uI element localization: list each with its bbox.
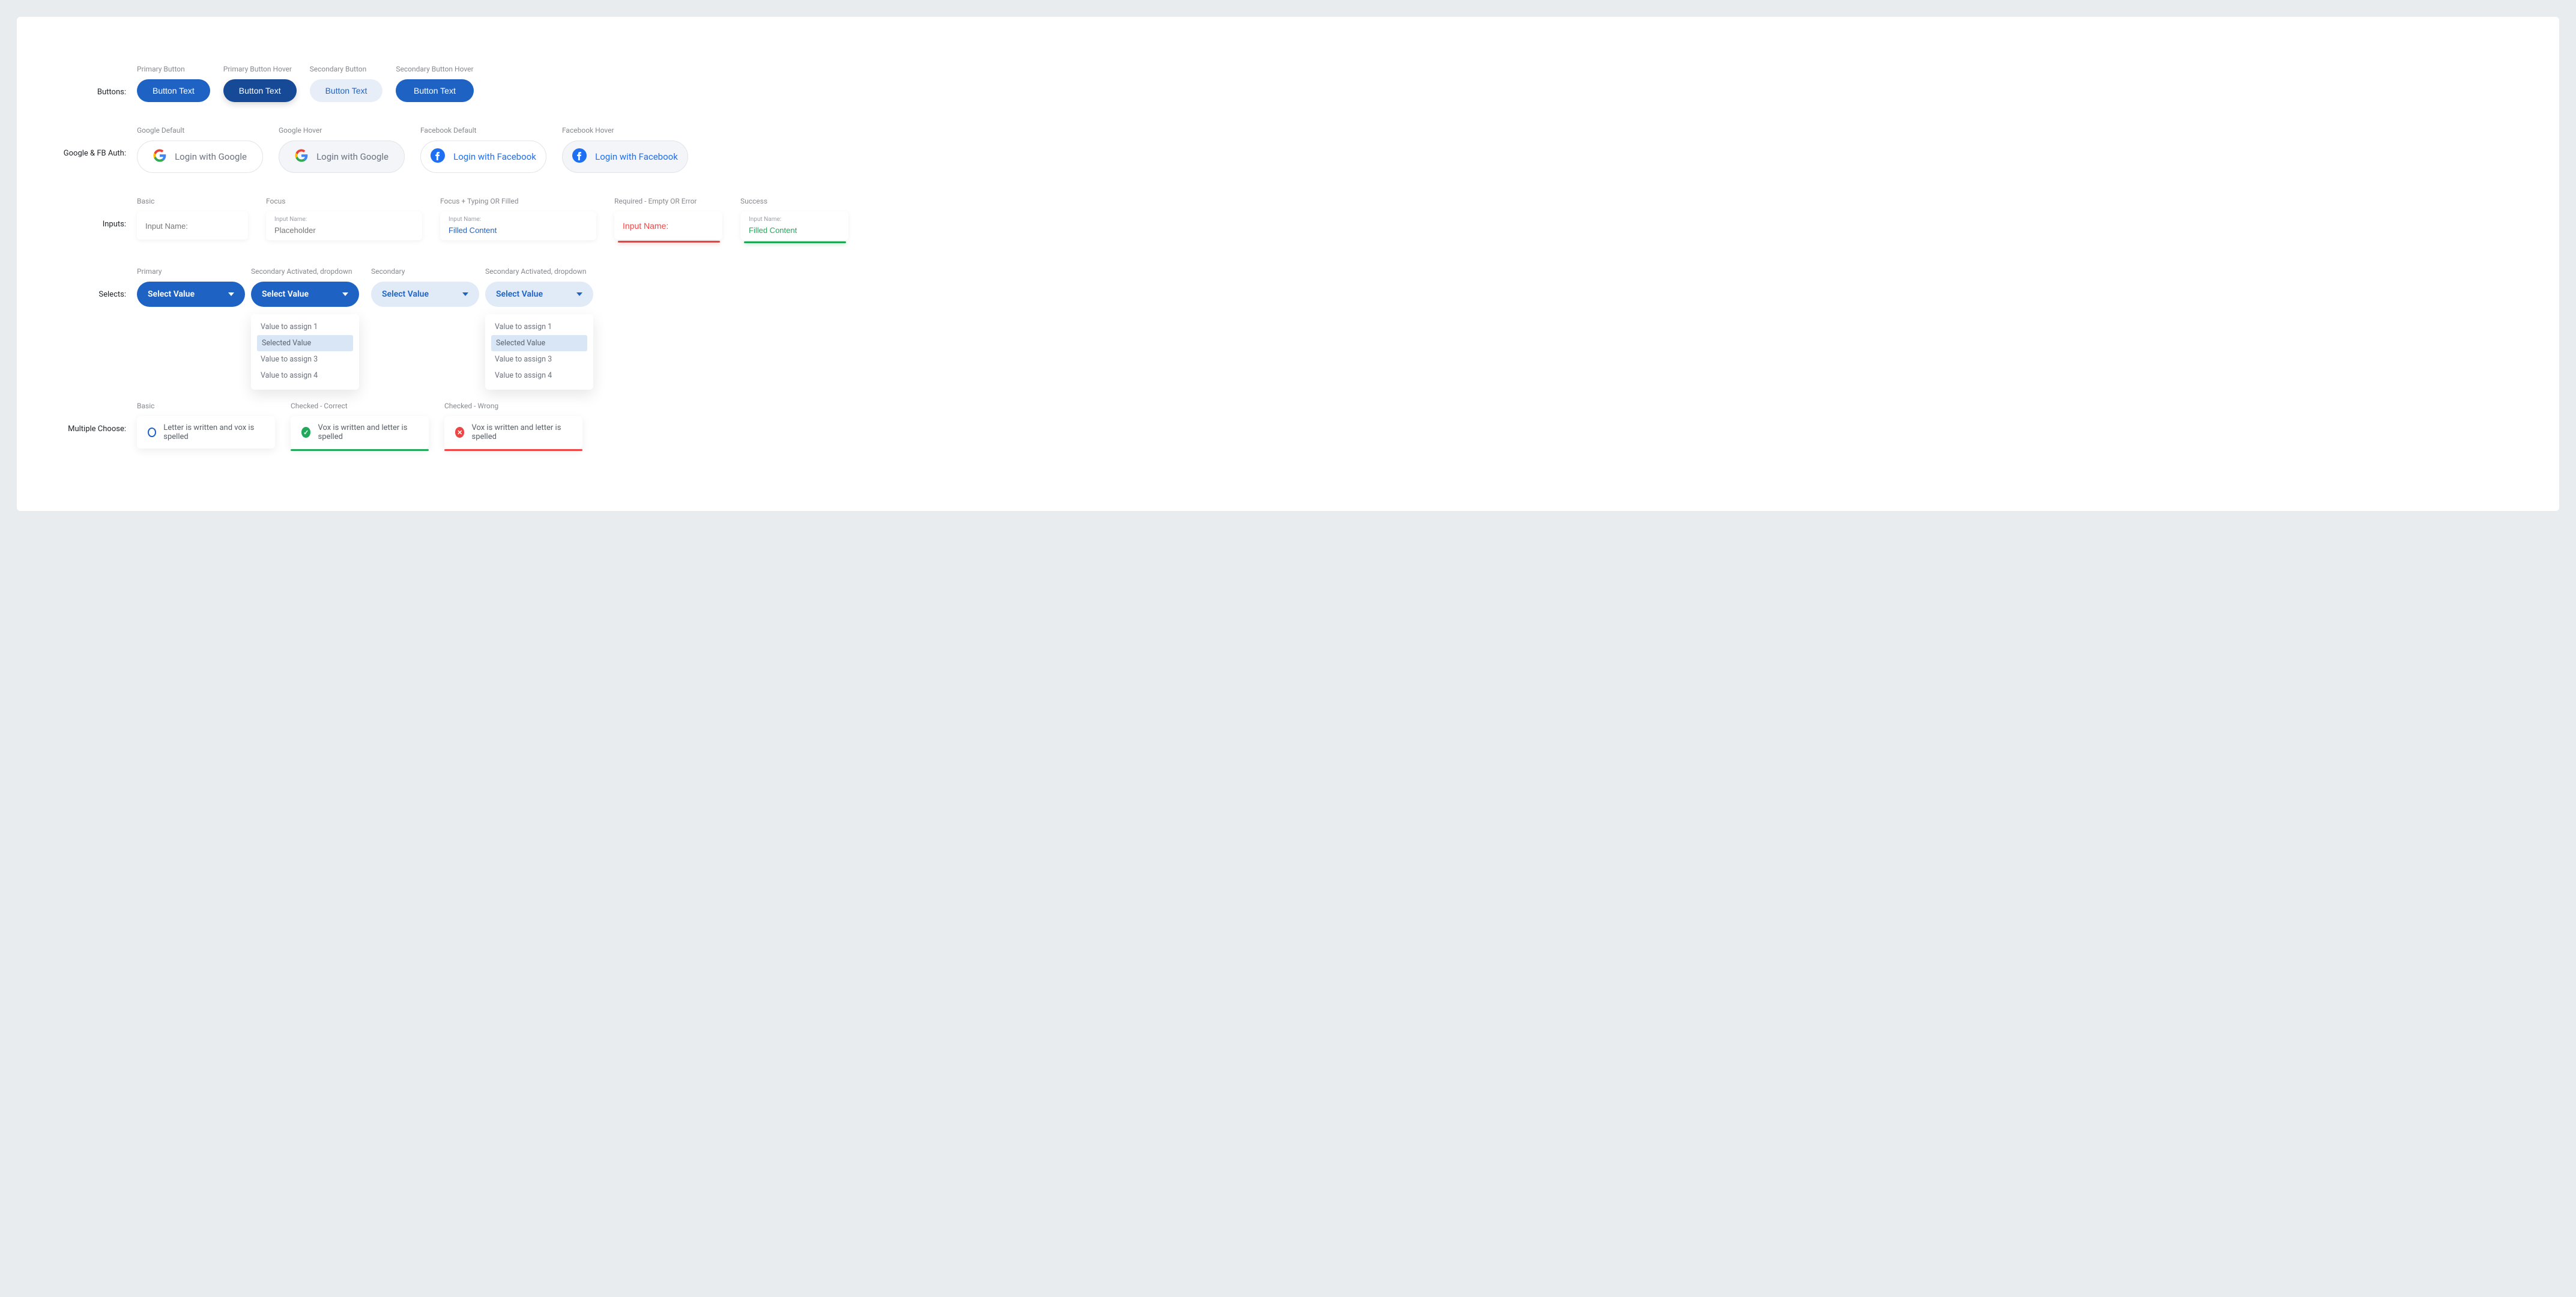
state-label: Focus <box>266 197 422 205</box>
secondary-button[interactable]: Button Text <box>310 79 383 102</box>
dropdown-option-selected[interactable]: Selected Value <box>257 335 353 351</box>
state-label: Secondary Activated, dropdown <box>251 267 359 276</box>
select-value: Select Value <box>496 289 543 299</box>
cross-icon: ✕ <box>455 427 464 438</box>
inputs-row: Inputs: Basic Focus Input Name: Focus + … <box>59 197 2517 243</box>
state-label: Basic <box>137 197 248 205</box>
input-mini-label: Input Name: <box>274 216 414 223</box>
state-label: Checked - Correct <box>291 402 429 410</box>
select-value: Select Value <box>262 289 309 299</box>
error-underline <box>618 241 720 243</box>
input-mini-label: Input Name: <box>449 216 588 223</box>
google-login-button[interactable]: Login with Google <box>137 141 263 173</box>
google-login-label: Login with Google <box>316 151 389 162</box>
input-filled[interactable]: Input Name: <box>440 211 596 240</box>
error-underline <box>444 449 582 451</box>
input-field[interactable] <box>623 221 714 231</box>
success-underline <box>744 241 846 243</box>
choice-basic[interactable]: Letter is written and vox is spelled <box>137 416 275 449</box>
state-label: Primary Button <box>137 65 210 73</box>
select-value: Select Value <box>382 289 429 299</box>
facebook-login-button-hover[interactable]: Login with Facebook <box>562 141 688 173</box>
state-label: Secondary Activated, dropdown <box>485 267 593 276</box>
state-label: Success <box>740 197 848 205</box>
select-dropdown: Value to assign 1 Selected Value Value t… <box>485 314 593 390</box>
state-label: Primary <box>137 267 245 276</box>
dropdown-option[interactable]: Value to assign 1 <box>251 319 359 335</box>
state-label: Required - Empty OR Error <box>614 197 722 205</box>
check-icon: ✓ <box>301 427 310 438</box>
choice-label: Vox is written and letter is spelled <box>318 423 418 441</box>
facebook-login-button[interactable]: Login with Facebook <box>420 141 546 173</box>
choice-wrong[interactable]: ✕ Vox is written and letter is spelled <box>444 416 582 449</box>
state-label: Google Default <box>137 126 263 135</box>
facebook-icon <box>572 148 587 165</box>
dropdown-option[interactable]: Value to assign 3 <box>251 351 359 367</box>
selects-row: Selects: Primary Select Value Secondary … <box>59 267 2517 390</box>
dropdown-option[interactable]: Value to assign 4 <box>251 367 359 384</box>
dropdown-option[interactable]: Value to assign 3 <box>485 351 593 367</box>
auth-row: Google & FB Auth: Google Default Login w… <box>59 126 2517 173</box>
state-label: Facebook Default <box>420 126 546 135</box>
input-focus[interactable]: Input Name: <box>266 211 422 240</box>
facebook-icon <box>431 148 445 165</box>
state-label: Google Hover <box>279 126 405 135</box>
row-label-buttons: Buttons: <box>59 65 137 97</box>
secondary-button-hover[interactable]: Button Text <box>396 79 473 102</box>
choice-label: Letter is written and vox is spelled <box>163 423 264 441</box>
google-login-button-hover[interactable]: Login with Google <box>279 141 405 173</box>
buttons-row: Buttons: Primary Button Button Text Prim… <box>59 65 2517 102</box>
chevron-down-icon <box>342 292 348 296</box>
input-basic[interactable] <box>137 211 248 240</box>
input-field[interactable] <box>274 226 414 235</box>
select-value: Select Value <box>148 289 195 299</box>
row-label-inputs: Inputs: <box>59 197 137 229</box>
row-label-choices: Multiple Choose: <box>59 402 137 434</box>
facebook-login-label: Login with Facebook <box>595 151 678 162</box>
input-mini-label: Input Name: <box>749 216 840 223</box>
input-field[interactable] <box>145 222 240 231</box>
row-label-auth: Google & FB Auth: <box>59 126 137 158</box>
input-field[interactable] <box>449 226 588 235</box>
input-field[interactable] <box>749 226 840 235</box>
state-label: Secondary Button <box>310 65 383 73</box>
primary-button[interactable]: Button Text <box>137 79 210 102</box>
state-label: Focus + Typing OR Filled <box>440 197 596 205</box>
select-primary-open[interactable]: Select Value <box>251 282 359 307</box>
choices-row: Multiple Choose: Basic Letter is written… <box>59 402 2517 451</box>
state-label: Facebook Hover <box>562 126 688 135</box>
row-label-selects: Selects: <box>59 267 137 299</box>
dropdown-option[interactable]: Value to assign 4 <box>485 367 593 384</box>
facebook-login-label: Login with Facebook <box>453 151 536 162</box>
radio-icon <box>148 428 156 437</box>
choice-correct[interactable]: ✓ Vox is written and letter is spelled <box>291 416 429 449</box>
chevron-down-icon <box>462 292 468 296</box>
select-dropdown: Value to assign 1 Selected Value Value t… <box>251 314 359 390</box>
dropdown-option[interactable]: Value to assign 1 <box>485 319 593 335</box>
state-label: Primary Button Hover <box>223 65 297 73</box>
dropdown-option-selected[interactable]: Selected Value <box>491 335 587 351</box>
state-label: Basic <box>137 402 275 410</box>
select-secondary[interactable]: Select Value <box>371 282 479 307</box>
state-label: Secondary Button Hover <box>396 65 473 73</box>
google-login-label: Login with Google <box>175 151 247 162</box>
state-label: Checked - Wrong <box>444 402 582 410</box>
google-icon <box>153 149 166 165</box>
google-icon <box>295 149 308 165</box>
input-success[interactable]: Input Name: <box>740 211 848 240</box>
chevron-down-icon <box>576 292 582 296</box>
choice-label: Vox is written and letter is spelled <box>471 423 572 441</box>
state-label: Secondary <box>371 267 479 276</box>
design-system-canvas: Buttons: Primary Button Button Text Prim… <box>17 17 2559 511</box>
select-secondary-open[interactable]: Select Value <box>485 282 593 307</box>
success-underline <box>291 449 429 451</box>
input-error[interactable] <box>614 211 722 240</box>
primary-button-hover[interactable]: Button Text <box>223 79 297 102</box>
select-primary[interactable]: Select Value <box>137 282 245 307</box>
chevron-down-icon <box>228 292 234 296</box>
